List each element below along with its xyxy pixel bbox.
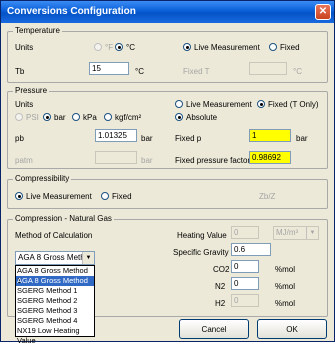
n2-input[interactable]: 0 xyxy=(231,277,259,290)
fixed-t-input[interactable] xyxy=(249,62,287,75)
unit-kgf-radio[interactable]: kgf/cm² xyxy=(104,113,141,122)
unit-bar-radio[interactable]: bar xyxy=(43,113,66,122)
method-option[interactable]: SGERG Method 2 xyxy=(16,296,94,306)
h2-unit: %mol xyxy=(275,299,296,308)
method-option[interactable]: SGERG Method 1 xyxy=(16,286,94,296)
cancel-button[interactable]: Cancel xyxy=(179,319,249,339)
absolute-radio[interactable]: Absolute xyxy=(175,113,217,122)
compressibility-fixed-radio[interactable]: Fixed xyxy=(101,192,132,201)
unit-bar-label: bar xyxy=(54,113,66,122)
tb-label: Tb xyxy=(15,67,25,76)
n2-unit: %mol xyxy=(275,282,296,291)
radio-selected-icon xyxy=(15,192,23,200)
pressure-fixed-radio[interactable]: Fixed (T Only) xyxy=(257,100,319,109)
n2-label: N2 xyxy=(215,282,226,291)
radio-unselected-icon xyxy=(101,192,109,200)
radio-unselected-icon xyxy=(15,113,23,121)
compressibility-live-radio[interactable]: Live Measurement xyxy=(15,192,92,201)
compressibility-live-label: Live Measurement xyxy=(26,192,92,201)
tb-unit: °C xyxy=(135,67,144,76)
unit-kpa-radio[interactable]: kPa xyxy=(72,113,97,122)
zb-label: Zb/Z xyxy=(259,192,276,201)
pb-label: pb xyxy=(15,134,24,143)
radio-unselected-icon xyxy=(72,113,80,121)
temperature-group-title: Temperature xyxy=(13,26,62,35)
method-option[interactable]: SGERG Method 3 xyxy=(16,306,94,316)
specific-gravity-input[interactable]: 0.6 xyxy=(231,243,271,256)
method-option[interactable]: AGA 8 Gross Method 1 xyxy=(16,266,94,285)
fixed-t-label: Fixed T xyxy=(183,67,210,76)
radio-selected-icon xyxy=(175,113,183,121)
pressure-live-label: Live Measurement xyxy=(186,100,252,109)
pressure-live-radio[interactable]: Live Measurement xyxy=(175,100,252,109)
temperature-live-radio[interactable]: Live Measurement xyxy=(183,43,260,52)
fixed-factor-label: Fixed pressure factor xyxy=(175,156,251,165)
method-label: Method of Calculation xyxy=(15,231,93,240)
tb-input[interactable]: 15 xyxy=(89,62,129,75)
absolute-label: Absolute xyxy=(186,113,218,122)
method-option-selected[interactable]: AGA 8 Gross Method 2 xyxy=(16,276,94,295)
fixed-p-unit: bar xyxy=(296,134,308,143)
radio-unselected-icon xyxy=(175,100,183,108)
co2-label: CO2 xyxy=(213,265,230,274)
radio-selected-icon xyxy=(183,43,191,51)
title-bar[interactable]: Conversions Configuration ✕ xyxy=(1,1,334,23)
unit-f-label: °F xyxy=(105,43,114,52)
fixed-p-input[interactable]: 1 xyxy=(249,129,291,142)
unit-kgf-label: kgf/cm² xyxy=(115,113,142,122)
fixed-p-label: Fixed p xyxy=(175,134,202,143)
radio-unselected-icon xyxy=(104,113,112,121)
temperature-units-label: Units xyxy=(15,43,34,52)
radio-selected-icon xyxy=(115,43,123,51)
temperature-fixed-radio[interactable]: Fixed xyxy=(269,43,300,52)
heating-value-label: Heating Value xyxy=(177,231,227,240)
radio-unselected-icon xyxy=(269,43,277,51)
pb-input[interactable]: 1.01325 xyxy=(95,129,137,142)
chevron-down-icon[interactable]: ▼ xyxy=(306,227,318,239)
temperature-live-label: Live Measurement xyxy=(194,43,260,52)
h2-label: H2 xyxy=(215,299,226,308)
method-select[interactable]: AGA 8 Gross Method 2 ▼ xyxy=(15,251,95,274)
pb-unit: bar xyxy=(141,134,153,143)
radio-selected-icon xyxy=(43,113,51,121)
unit-c-radio[interactable]: °C xyxy=(115,43,135,52)
conversions-dialog: Conversions Configuration ✕ Temperature … xyxy=(0,0,335,345)
unit-kpa-label: kPa xyxy=(83,113,97,122)
method-dropdown-list: AGA 8 Gross Method 1 AGA 8 Gross Method … xyxy=(15,265,95,345)
window-title: Conversions Configuration xyxy=(7,6,136,17)
fixed-t-unit: °C xyxy=(293,67,302,76)
unit-f-radio[interactable]: °F xyxy=(94,43,113,52)
pressure-units-label: Units xyxy=(15,100,34,109)
compressibility-fixed-label: Fixed xyxy=(112,192,132,201)
heating-value-input[interactable]: 0 xyxy=(231,226,259,239)
pressure-fixed-label: Fixed (T Only) xyxy=(268,100,319,109)
co2-input[interactable]: 0 xyxy=(231,260,259,273)
unit-psi-label: PSI xyxy=(26,113,39,122)
pressure-group-title: Pressure xyxy=(13,86,50,95)
temperature-group: Temperature xyxy=(7,26,328,83)
close-button[interactable]: ✕ xyxy=(315,4,331,20)
ok-button[interactable]: OK xyxy=(257,319,327,339)
heating-unit-select[interactable]: MJ/m³ ▼ xyxy=(273,226,319,240)
patm-unit: bar xyxy=(141,156,153,165)
unit-psi-radio[interactable]: PSI xyxy=(15,113,39,122)
patm-label: patm xyxy=(15,156,33,165)
method-option[interactable]: SGERG Method 4 xyxy=(16,316,94,326)
fixed-factor-input[interactable]: 0.98692 xyxy=(249,151,291,164)
compressibility-group-title: Compressibility xyxy=(13,174,72,183)
unit-c-label: °C xyxy=(126,43,135,52)
radio-unselected-icon xyxy=(94,43,102,51)
chevron-down-icon[interactable]: ▼ xyxy=(82,252,94,264)
heating-unit-value: MJ/m³ xyxy=(276,228,299,237)
specific-gravity-label: Specific Gravity xyxy=(173,248,229,257)
radio-selected-icon xyxy=(257,100,265,108)
co2-unit: %mol xyxy=(275,265,296,274)
h2-input[interactable]: 0 xyxy=(231,294,259,307)
method-option[interactable]: NX19 Low Heating Value xyxy=(16,326,94,345)
natural-gas-group-title: Compression - Natural Gas xyxy=(13,214,114,223)
patm-input[interactable] xyxy=(95,151,137,164)
temperature-fixed-label: Fixed xyxy=(280,43,300,52)
